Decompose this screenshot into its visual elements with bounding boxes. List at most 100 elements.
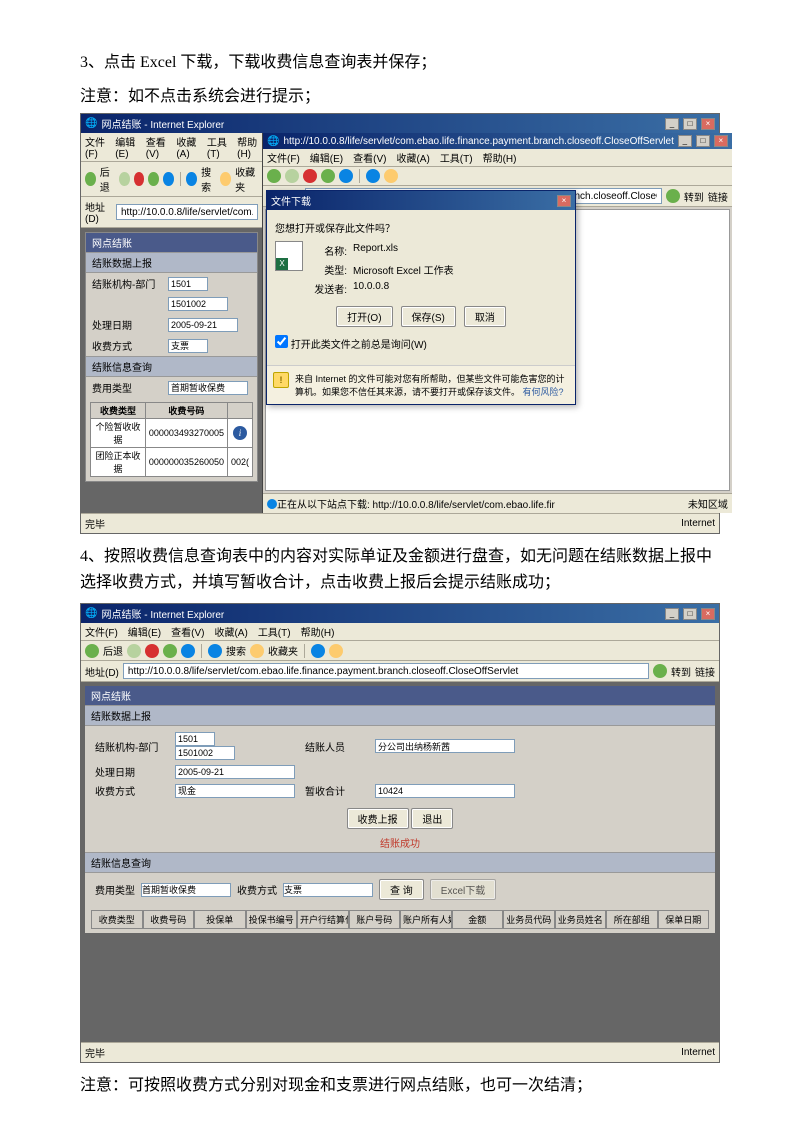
home-icon[interactable]: [163, 172, 174, 186]
menu-tools[interactable]: 工具(T): [258, 624, 291, 639]
favorites-icon[interactable]: [220, 172, 231, 186]
risk-link[interactable]: 有何风险?: [523, 387, 564, 397]
menu-file[interactable]: 文件(F): [85, 624, 118, 639]
label-filetype: 类型:: [311, 262, 347, 277]
back-icon[interactable]: [85, 644, 99, 658]
favorites-label[interactable]: 收藏夹: [235, 164, 258, 194]
input-org1[interactable]: [175, 732, 215, 746]
menu-edit[interactable]: 编辑(E): [115, 134, 136, 160]
input-method[interactable]: [168, 339, 208, 353]
favorites-label[interactable]: 收藏夹: [268, 643, 298, 658]
menu-file[interactable]: 文件(F): [85, 134, 105, 160]
step-3-text: 3、点击 Excel 下载，下载收费信息查询表并保存；: [80, 50, 720, 76]
info-icon[interactable]: i: [233, 426, 247, 440]
minimize-button[interactable]: _: [665, 118, 679, 130]
menu-help[interactable]: 帮助(H): [301, 624, 335, 639]
menu-file[interactable]: 文件(F): [267, 150, 300, 165]
close-button[interactable]: ×: [701, 608, 715, 620]
menu-favorites[interactable]: 收藏(A): [214, 624, 247, 639]
close-button[interactable]: ×: [701, 118, 715, 130]
search-icon[interactable]: [186, 172, 197, 186]
menu-favorites[interactable]: 收藏(A): [396, 150, 429, 165]
exit-button[interactable]: 退出: [411, 808, 453, 829]
search-label[interactable]: 搜索: [226, 643, 246, 658]
back-icon[interactable]: [267, 169, 281, 183]
select-feetype[interactable]: [141, 883, 231, 897]
favorites-icon[interactable]: [384, 169, 398, 183]
input-date[interactable]: [168, 318, 238, 332]
save-button[interactable]: 保存(S): [401, 306, 456, 327]
search-icon[interactable]: [208, 644, 222, 658]
address-input[interactable]: [116, 204, 258, 220]
input-org2[interactable]: [168, 297, 228, 311]
maximize-button[interactable]: □: [696, 135, 710, 147]
go-label[interactable]: 转到: [684, 189, 704, 204]
input-feetype[interactable]: [168, 381, 248, 395]
status-zone: Internet: [681, 518, 715, 529]
col-h: 账户号码: [349, 910, 401, 929]
mail-icon[interactable]: [311, 644, 325, 658]
value-from: 10.0.0.8: [353, 281, 389, 296]
cell-r1c2: 000003493270005: [145, 419, 227, 448]
back-label[interactable]: 后退: [103, 643, 123, 658]
maximize-button[interactable]: □: [683, 608, 697, 620]
links-label[interactable]: 链接: [708, 189, 728, 204]
go-label[interactable]: 转到: [671, 664, 691, 679]
menu-edit[interactable]: 编辑(E): [128, 624, 161, 639]
excel-download-button[interactable]: Excel下载: [430, 879, 496, 900]
stop-icon[interactable]: [303, 169, 317, 183]
label-from: 发送者:: [311, 281, 347, 296]
stop-icon[interactable]: [134, 172, 145, 186]
home-icon[interactable]: [181, 644, 195, 658]
stop-icon[interactable]: [145, 644, 159, 658]
always-ask-checkbox[interactable]: [275, 335, 288, 348]
col-h: 投保单: [194, 910, 246, 929]
success-message: 结账成功: [85, 833, 715, 852]
menu-help[interactable]: 帮助(H): [483, 150, 517, 165]
query-button[interactable]: 查 询: [379, 879, 424, 900]
address-input[interactable]: [123, 663, 649, 679]
favorites-icon[interactable]: [250, 644, 264, 658]
value-filetype: Microsoft Excel 工作表: [353, 262, 454, 277]
back-icon[interactable]: [85, 172, 96, 186]
go-icon[interactable]: [653, 664, 667, 678]
maximize-button[interactable]: □: [683, 118, 697, 130]
menu-edit[interactable]: 编辑(E): [310, 150, 343, 165]
home-icon[interactable]: [339, 169, 353, 183]
close-button[interactable]: ×: [714, 135, 728, 147]
refresh-icon[interactable]: [163, 644, 177, 658]
dialog-close-button[interactable]: ×: [557, 195, 571, 207]
menu-tools[interactable]: 工具(T): [440, 150, 473, 165]
input-person[interactable]: [375, 739, 515, 753]
minimize-button[interactable]: _: [678, 135, 692, 147]
cell-r2c3: 002(: [227, 448, 252, 477]
minimize-button[interactable]: _: [665, 608, 679, 620]
menu-view[interactable]: 查看(V): [353, 150, 386, 165]
go-icon[interactable]: [666, 189, 680, 203]
menu-tools[interactable]: 工具(T): [207, 134, 227, 160]
search-icon[interactable]: [366, 169, 380, 183]
input-org2[interactable]: [175, 746, 235, 760]
menu-view[interactable]: 查看(V): [146, 134, 167, 160]
search-label[interactable]: 搜索: [201, 164, 216, 194]
col-h: 业务员代码: [503, 910, 555, 929]
back-label[interactable]: 后退: [100, 164, 115, 194]
address-label: 地址(D): [85, 199, 112, 225]
select-method[interactable]: [175, 784, 295, 798]
select-method-q[interactable]: [283, 883, 373, 897]
refresh-icon[interactable]: [148, 172, 159, 186]
menu-help[interactable]: 帮助(H): [237, 134, 258, 160]
report-button[interactable]: 收费上报: [347, 808, 409, 829]
links-label[interactable]: 链接: [695, 664, 715, 679]
menu-favorites[interactable]: 收藏(A): [176, 134, 197, 160]
forward-icon: [127, 644, 141, 658]
open-button[interactable]: 打开(O): [336, 306, 392, 327]
input-org1[interactable]: [168, 277, 208, 291]
menu-view[interactable]: 查看(V): [171, 624, 204, 639]
print-icon[interactable]: [329, 644, 343, 658]
label-person: 结账人员: [305, 739, 365, 754]
refresh-icon[interactable]: [321, 169, 335, 183]
input-tempsum[interactable]: [375, 784, 515, 798]
input-date[interactable]: [175, 765, 295, 779]
cancel-button[interactable]: 取消: [464, 306, 506, 327]
